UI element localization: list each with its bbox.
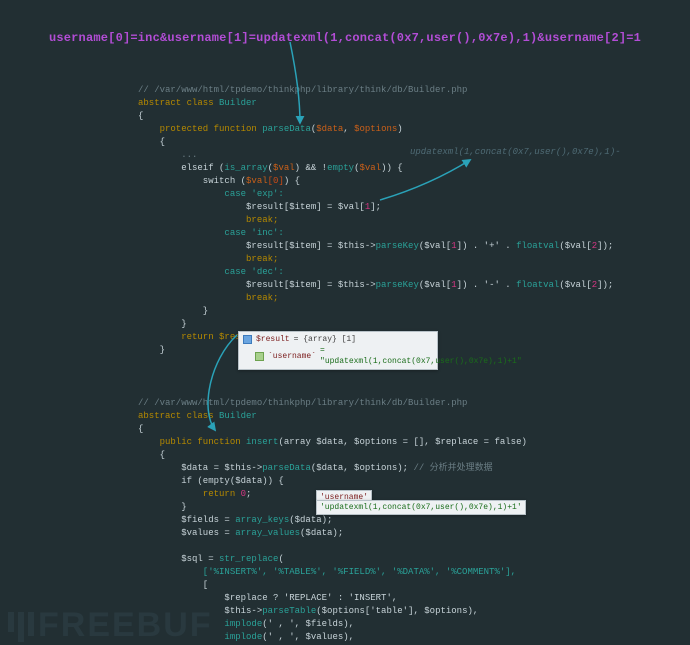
logo-bars-icon	[8, 612, 34, 642]
array-icon	[243, 335, 252, 344]
string-icon	[255, 352, 264, 361]
sql-injection-payload: username[0]=inc&username[1]=updatexml(1,…	[0, 31, 690, 45]
freebuf-watermark: FREEBUF	[8, 606, 213, 645]
code-block-parseData: // /var/www/html/tpdemo/thinkphp/library…	[138, 84, 613, 357]
debug-popup-values: 'updatexml(1,concat(0x7,user(),0x7e),1)+…	[316, 500, 526, 515]
debug-popup-result: $result = {array} [1] `username` = "upda…	[238, 331, 438, 370]
screenshot-root: username[0]=inc&username[1]=updatexml(1,…	[0, 0, 690, 645]
